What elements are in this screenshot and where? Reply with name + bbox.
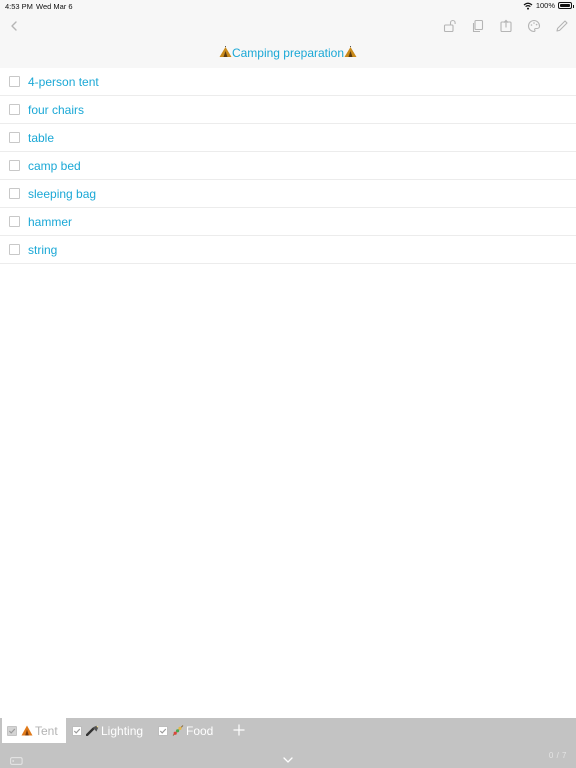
check-icon (8, 728, 16, 734)
skewer-icon (172, 725, 184, 736)
page-title-text: Camping preparation (231, 46, 345, 60)
status-time: 4:53 PM (5, 2, 33, 11)
list-item[interactable]: string (0, 236, 576, 264)
edit-button[interactable] (553, 17, 570, 34)
item-checkbox[interactable] (9, 188, 20, 199)
plus-icon (233, 724, 245, 736)
status-right: 100% (523, 1, 574, 10)
flashlight-icon (86, 725, 99, 736)
check-icon (159, 728, 167, 734)
item-counter: 0 / 7 (548, 751, 567, 760)
share-button[interactable] (497, 17, 514, 34)
tab-tent[interactable]: Tent (2, 718, 66, 743)
item-checkbox[interactable] (9, 244, 20, 255)
item-label[interactable]: four chairs (28, 103, 84, 117)
list-item[interactable]: 4-person tent (0, 68, 576, 96)
copy-button[interactable] (469, 17, 486, 34)
chevron-down-icon (283, 757, 293, 763)
back-chevron-icon (11, 21, 17, 31)
tab-checkbox[interactable] (72, 725, 82, 736)
item-checkbox[interactable] (9, 76, 20, 87)
back-button[interactable] (6, 17, 22, 35)
tent-icon (219, 46, 232, 61)
copy-icon (472, 19, 483, 32)
item-checkbox[interactable] (9, 104, 20, 115)
tent-icon (21, 725, 33, 736)
status-date: Wed Mar 6 (36, 2, 73, 11)
tab-checkbox[interactable] (158, 725, 168, 736)
checklist: 4-person tent four chairs table camp bed… (0, 68, 576, 264)
list-item[interactable]: sleeping bag (0, 180, 576, 208)
list-tab-bar: Tent Lighting Food (0, 718, 576, 743)
palette-icon (527, 19, 540, 32)
item-checkbox[interactable] (9, 160, 20, 171)
check-icon (73, 728, 81, 734)
battery-percent: 100% (535, 1, 555, 10)
item-checkbox[interactable] (9, 132, 20, 143)
bottom-bar: 0 / 7 (0, 743, 576, 768)
page-title: Camping preparation (0, 46, 576, 61)
tab-food[interactable]: Food (158, 718, 226, 743)
item-label[interactable]: camp bed (28, 159, 81, 173)
add-tab-button[interactable] (232, 723, 246, 737)
list-item[interactable]: camp bed (0, 152, 576, 180)
item-checkbox[interactable] (9, 216, 20, 227)
tag-icon (10, 757, 23, 765)
tag-button[interactable] (10, 752, 24, 765)
tab-label: Lighting (101, 723, 144, 738)
wifi-icon (523, 2, 533, 10)
tab-label: Tent (35, 723, 58, 738)
toolbar-actions (441, 17, 570, 34)
tab-checkbox[interactable] (7, 725, 17, 736)
tab-lighting[interactable]: Lighting (72, 718, 152, 743)
item-label[interactable]: sleeping bag (28, 187, 96, 201)
item-label[interactable]: 4-person tent (28, 75, 99, 89)
share-icon (499, 19, 512, 32)
list-item[interactable]: four chairs (0, 96, 576, 124)
lock-icon (443, 19, 456, 32)
theme-button[interactable] (525, 17, 542, 34)
tent-icon (344, 46, 357, 61)
list-item[interactable]: table (0, 124, 576, 152)
battery-icon (558, 2, 574, 9)
collapse-button[interactable] (282, 751, 294, 763)
item-label[interactable]: table (28, 131, 54, 145)
item-label[interactable]: hammer (28, 215, 72, 229)
navigation-bar: Camping preparation (0, 13, 576, 68)
item-label[interactable]: string (28, 243, 57, 257)
status-bar: 4:53 PM Wed Mar 6 100% (0, 0, 576, 13)
tab-label: Food (186, 723, 214, 738)
list-item[interactable]: hammer (0, 208, 576, 236)
edit-pencil-icon (555, 19, 568, 32)
lock-button[interactable] (441, 17, 458, 34)
